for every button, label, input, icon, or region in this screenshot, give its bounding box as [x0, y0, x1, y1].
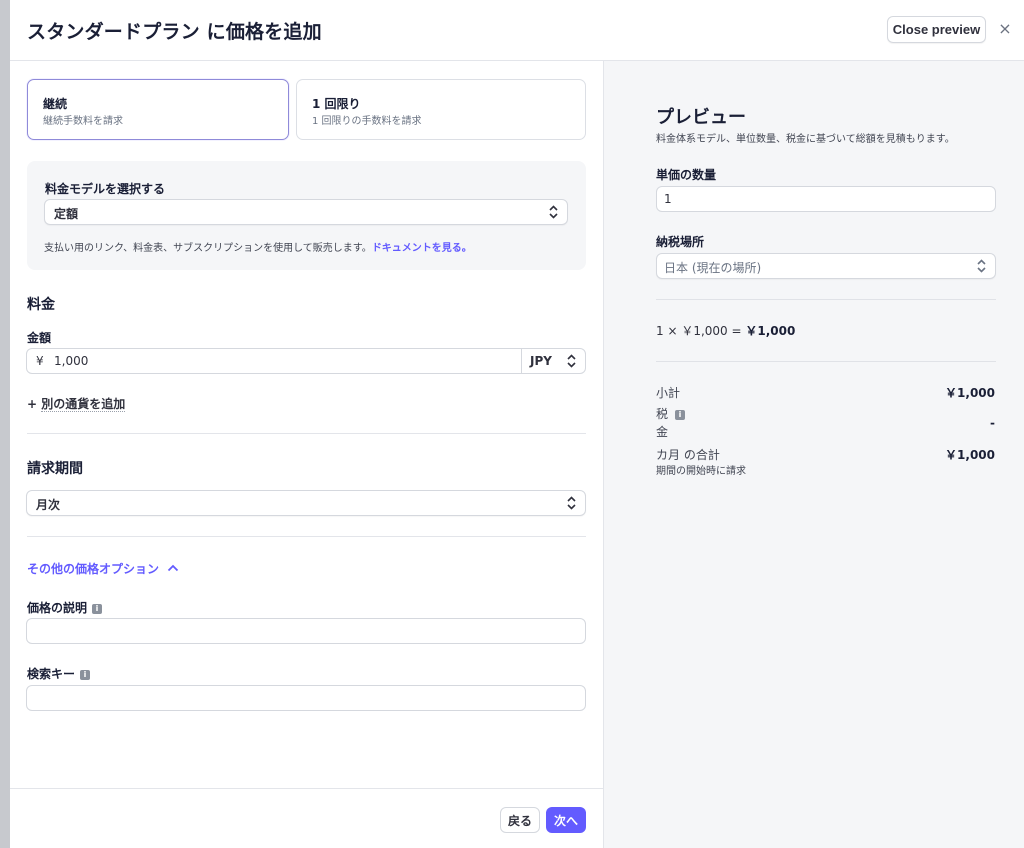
pricing-type-title: 1 回限り — [312, 97, 361, 111]
calc-result: ￥1,000 — [745, 324, 796, 338]
price-section-title: 料金 — [27, 297, 55, 313]
subtotal-label: 小計 — [656, 386, 681, 400]
chevron-updown-icon — [976, 258, 987, 274]
price-form: 継続 継続手数料を請求 1 回限り 1 回限りの手数料を請求 料金モデルを選択す… — [10, 61, 603, 788]
calc-expression: 1 × ￥1,000 = — [656, 324, 746, 338]
chevron-up-icon — [163, 562, 179, 576]
modal-title: スタンダードプラン に価格を追加 — [27, 21, 322, 43]
modal-footer: 戻る 次へ — [10, 788, 603, 848]
plus-icon: + — [27, 397, 42, 411]
more-price-options-toggle[interactable]: その他の価格オプション — [27, 560, 179, 577]
tax-label-line1: 税 — [656, 407, 669, 421]
modal-header: スタンダードプラン に価格を追加 Close preview × — [10, 0, 1024, 61]
price-calculation: 1 × ￥1,000 = ￥1,000 — [656, 322, 795, 339]
lookup-key-label-row: 検索キー i — [27, 665, 91, 682]
helper-text: 支払い用のリンク、料金表、サブスクリプションを使用して販売します。 — [44, 243, 372, 254]
lookup-key-label: 検索キー — [27, 667, 76, 681]
pricing-model-label: 料金モデルを選択する — [45, 182, 166, 196]
price-description-label: 価格の説明 — [27, 601, 88, 615]
close-preview-button[interactable]: Close preview — [887, 16, 986, 43]
chevron-updown-icon — [566, 495, 577, 511]
tax-label: 税i 金 — [656, 405, 686, 441]
amount-input[interactable]: 1,000 — [54, 354, 88, 368]
subtotal-value: ￥1,000 — [945, 386, 995, 400]
chevron-updown-icon — [548, 204, 559, 220]
preview-subtitle: 料金体系モデル、単位数量、税金に基づいて総額を見積もります。 — [656, 134, 955, 145]
documentation-link[interactable]: ドキュメントを見る。 — [372, 243, 472, 254]
divider — [656, 299, 996, 300]
total-value: ￥1,000 — [945, 448, 995, 462]
close-icon[interactable]: × — [998, 21, 1012, 37]
divider — [27, 433, 586, 434]
next-button[interactable]: 次へ — [546, 807, 586, 833]
pricing-type-subtitle: 継続手数料を請求 — [43, 116, 123, 127]
currency-symbol: ¥ — [36, 354, 44, 368]
currency-divider — [521, 349, 522, 373]
add-currency-link[interactable]: + 別の通貨を追加 — [27, 395, 126, 412]
divider — [656, 361, 996, 362]
pricing-model-select[interactable]: 定額 — [44, 199, 568, 225]
pricing-type-subtitle: 1 回限りの手数料を請求 — [312, 116, 422, 127]
tax-value: - — [990, 416, 995, 430]
total-label: カ月 の合計 — [656, 448, 720, 462]
pricing-model-helper: 支払い用のリンク、料金表、サブスクリプションを使用して販売します。ドキュメントを… — [44, 239, 472, 254]
total-note: 期間の開始時に請求 — [656, 466, 746, 477]
amount-field[interactable]: ¥ 1,000 JPY — [26, 348, 586, 374]
add-price-modal: スタンダードプラン に価格を追加 Close preview × 継続 継続手数… — [10, 0, 1024, 848]
pricing-type-one-time[interactable]: 1 回限り 1 回限りの手数料を請求 — [296, 79, 586, 140]
info-icon[interactable]: i — [675, 410, 686, 420]
more-options-label: その他の価格オプション — [27, 562, 160, 576]
pricing-type-title: 継続 — [43, 97, 68, 111]
tax-location-label: 納税場所 — [656, 235, 705, 249]
backdrop — [0, 0, 10, 848]
billing-period-value: 月次 — [36, 498, 61, 512]
quantity-value: 1 — [664, 192, 672, 206]
amount-label: 金額 — [27, 331, 52, 345]
price-description-input[interactable] — [26, 618, 586, 644]
pricing-type-recurring[interactable]: 継続 継続手数料を請求 — [27, 79, 289, 140]
preview-title: プレビュー — [656, 107, 746, 128]
pricing-model-value: 定額 — [54, 207, 79, 221]
lookup-key-input[interactable] — [26, 685, 586, 711]
tax-location-select[interactable]: 日本 (現在の場所) — [656, 253, 996, 279]
divider — [27, 536, 586, 537]
billing-period-title: 請求期間 — [27, 461, 83, 477]
info-icon[interactable]: i — [80, 670, 91, 680]
preview-panel: プレビュー 料金体系モデル、単位数量、税金に基づいて総額を見積もります。 単価の… — [604, 61, 1024, 848]
quantity-input[interactable]: 1 — [656, 186, 996, 212]
pricing-model-box: 料金モデルを選択する 定額 支払い用のリンク、料金表、サブスクリプションを使用し… — [27, 161, 586, 270]
back-button[interactable]: 戻る — [500, 807, 540, 833]
info-icon[interactable]: i — [92, 604, 103, 614]
currency-select[interactable]: JPY — [530, 354, 552, 368]
add-currency-label: 別の通貨を追加 — [41, 397, 126, 412]
quantity-label: 単価の数量 — [656, 168, 717, 182]
tax-location-value: 日本 (現在の場所) — [664, 261, 762, 275]
price-description-label-row: 価格の説明 i — [27, 599, 103, 616]
billing-period-select[interactable]: 月次 — [26, 490, 586, 516]
tax-label-line2: 金 — [656, 425, 669, 439]
chevron-updown-icon — [566, 353, 577, 369]
